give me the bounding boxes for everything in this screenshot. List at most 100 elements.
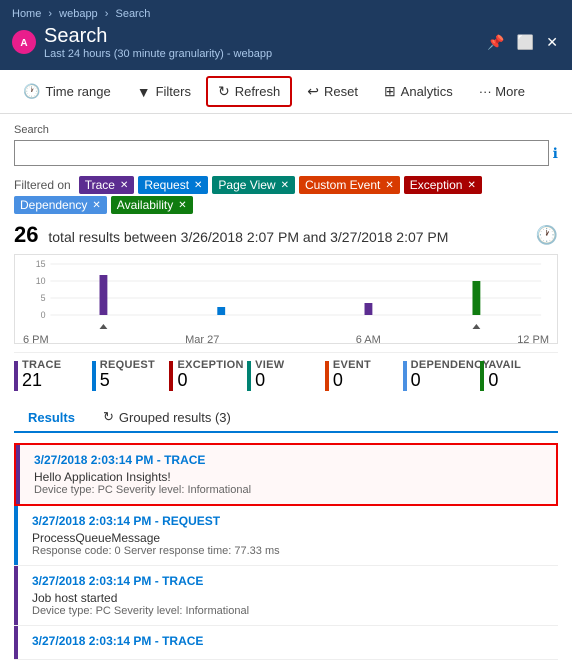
legend-val-request: 5 — [100, 371, 155, 391]
result-message-2: ProcessQueueMessage — [32, 531, 548, 545]
result-item[interactable]: 3/27/2018 2:03:14 PM - REQUEST ProcessQu… — [14, 506, 558, 566]
search-label: Search — [14, 124, 558, 136]
refresh-icon: ↻ — [218, 83, 230, 100]
result-message-3: Job host started — [32, 591, 548, 605]
legend-bar-trace — [14, 361, 18, 391]
remove-exception-icon[interactable]: ✕ — [467, 180, 475, 191]
toolbar: 🕐 Time range ▼ Filters ↻ Refresh ↩ Reset… — [0, 70, 572, 114]
remove-pageview-icon[interactable]: ✕ — [281, 180, 289, 191]
restore-icon[interactable]: ⬜ — [515, 32, 536, 53]
legend-event: EVENT 0 — [325, 359, 403, 391]
page-title: Search — [44, 24, 272, 48]
history-icon[interactable]: 🕐 — [536, 225, 558, 246]
remove-request-icon[interactable]: ✕ — [194, 180, 202, 191]
tabs-row: Results ↻ Grouped results (3) — [14, 403, 558, 433]
filter-availability[interactable]: Availability ✕ — [111, 196, 193, 214]
filter-trace[interactable]: Trace ✕ — [79, 176, 135, 194]
time-range-button[interactable]: 🕐 Time range — [12, 77, 122, 106]
chart-labels: 6 PM Mar 27 6 AM 12 PM — [21, 334, 551, 346]
remove-customevent-icon[interactable]: ✕ — [385, 180, 393, 191]
legend-bar-view — [247, 361, 251, 391]
pin-icon[interactable]: 📌 — [485, 32, 506, 53]
filters-label: Filters — [156, 84, 191, 99]
chart-label-12pm: 12 PM — [517, 334, 549, 346]
legend-trace: TRACE 21 — [14, 359, 92, 391]
breadcrumb-current: Search — [115, 8, 150, 20]
filter-dependency[interactable]: Dependency ✕ — [14, 196, 107, 214]
more-button[interactable]: ··· More — [468, 78, 536, 105]
filter-exception[interactable]: Exception ✕ — [404, 176, 482, 194]
result-type-bar — [14, 566, 18, 625]
legend-exception: EXCEPTION 0 — [169, 359, 247, 391]
remove-trace-icon[interactable]: ✕ — [120, 180, 128, 191]
title-text: Search Last 24 hours (30 minute granular… — [44, 24, 272, 60]
legend-view: VIEW 0 — [247, 359, 325, 391]
main-content: Search ℹ Filtered on Trace ✕ Request ✕ P… — [0, 114, 572, 670]
filters-row: Filtered on Trace ✕ Request ✕ Page View … — [14, 176, 558, 194]
title-row: A Search Last 24 hours (30 minute granul… — [12, 24, 560, 60]
legend-avail: AVAIL 0 — [480, 359, 558, 391]
filter-pageview[interactable]: Page View ✕ — [212, 176, 295, 194]
result-item[interactable]: 3/27/2018 2:03:14 PM - TRACE Hello Appli… — [14, 443, 558, 506]
breadcrumb-home[interactable]: Home — [12, 8, 41, 20]
search-section: Search ℹ — [14, 124, 558, 166]
refresh-button[interactable]: ↻ Refresh — [206, 76, 292, 107]
remove-availability-icon[interactable]: ✕ — [178, 200, 186, 211]
search-input[interactable] — [14, 140, 549, 166]
result-timestamp-1: 3/27/2018 2:03:14 PM - TRACE — [34, 453, 546, 467]
legend-bar-dependency — [403, 361, 407, 391]
chart-label-6am: 6 AM — [356, 334, 381, 346]
svg-text:10: 10 — [36, 276, 46, 286]
svg-text:0: 0 — [41, 310, 46, 320]
filters-row-2: Dependency ✕ Availability ✕ — [14, 196, 558, 214]
breadcrumb-webapp[interactable]: webapp — [59, 8, 98, 20]
legend-val-dependency: 0 — [411, 371, 490, 391]
reset-button[interactable]: ↩ Reset — [296, 77, 369, 106]
result-message-1: Hello Application Insights! — [34, 470, 546, 484]
legend-name-exception: EXCEPTION — [177, 359, 243, 371]
filter-on-label: Filtered on — [14, 178, 71, 192]
count-description: total results between 3/26/2018 2:07 PM … — [48, 229, 448, 245]
result-type-bar — [14, 506, 18, 565]
grouped-spinner-icon: ↻ — [103, 409, 114, 425]
close-icon[interactable]: ✕ — [544, 32, 560, 53]
grouped-label: Grouped results (3) — [119, 410, 231, 425]
reset-icon: ↩ — [307, 83, 319, 100]
legend-bar-request — [92, 361, 96, 391]
legend-val-exception: 0 — [177, 371, 243, 391]
filter-request[interactable]: Request ✕ — [138, 176, 208, 194]
reset-label: Reset — [324, 84, 358, 99]
tab-grouped[interactable]: ↻ Grouped results (3) — [89, 403, 245, 431]
chart-svg: 15 10 5 0 — [21, 259, 551, 329]
legend-val-trace: 21 — [22, 371, 61, 391]
search-input-row: ℹ — [14, 140, 558, 166]
svg-text:A: A — [20, 38, 27, 49]
legend-val-event: 0 — [333, 371, 371, 391]
result-timestamp-2: 3/27/2018 2:03:14 PM - REQUEST — [32, 514, 548, 528]
legend-bar-event — [325, 361, 329, 391]
refresh-label: Refresh — [235, 84, 281, 99]
remove-dependency-icon[interactable]: ✕ — [92, 200, 100, 211]
analytics-button[interactable]: ⊞ Analytics — [373, 77, 464, 106]
analytics-label: Analytics — [401, 84, 453, 99]
tab-results[interactable]: Results — [14, 404, 89, 433]
legend-val-avail: 0 — [488, 371, 521, 391]
title-bar: Home › webapp › Search A Search Last 24 … — [0, 0, 572, 70]
chart-label-mar27: Mar 27 — [185, 334, 219, 346]
count-number: 26 — [14, 222, 38, 247]
info-icon[interactable]: ℹ — [553, 145, 558, 162]
app-icon: A — [12, 30, 36, 54]
time-range-label: Time range — [45, 84, 110, 99]
filter-customevent[interactable]: Custom Event ✕ — [299, 176, 400, 194]
title-icons: 📌 ⬜ ✕ — [485, 32, 560, 53]
result-meta-1: Device type: PC Severity level: Informat… — [34, 484, 546, 496]
filters-button[interactable]: ▼ Filters — [126, 78, 202, 106]
result-item[interactable]: 3/27/2018 2:03:14 PM - TRACE — [14, 626, 558, 660]
analytics-icon: ⊞ — [384, 83, 396, 100]
result-item[interactable]: 3/27/2018 2:03:14 PM - TRACE Job host st… — [14, 566, 558, 626]
result-timestamp-4: 3/27/2018 2:03:14 PM - TRACE — [32, 634, 548, 648]
legend-name-dependency: DEPENDENCY — [411, 359, 490, 371]
result-meta-3: Device type: PC Severity level: Informat… — [32, 605, 548, 617]
clock-icon: 🕐 — [23, 83, 40, 100]
more-label: ··· More — [479, 84, 525, 99]
